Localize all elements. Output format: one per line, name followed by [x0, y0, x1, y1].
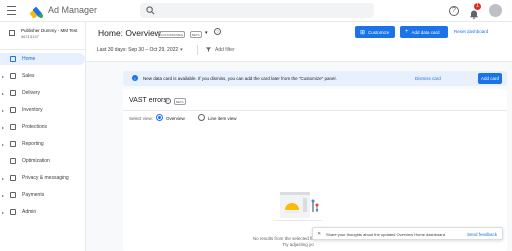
close-icon[interactable]: ✕ — [317, 231, 321, 237]
radio-line-item-view[interactable] — [198, 114, 205, 121]
bell-icon — [470, 10, 478, 19]
add-data-card-button[interactable]: + Add data card — [400, 26, 448, 38]
feedback-snackbar: ✕ Share your thoughts about the updated … — [312, 227, 503, 240]
beta-badge: BETA — [174, 98, 186, 105]
page-title: Home: Overview — [98, 28, 161, 38]
sidebar-item-label: Admin — [22, 209, 37, 215]
main-content: Home: Overview CUSTOMIZABLE BETA ▾ ? Las… — [86, 22, 512, 251]
network-name: Publisher Dummy - MM Test — [21, 28, 78, 33]
expand-icon: ▸ — [2, 90, 5, 96]
beta-badge: BETA — [190, 31, 202, 38]
add-card-button[interactable]: Add card — [478, 73, 502, 84]
info-icon: i — [132, 75, 138, 81]
notifications-button[interactable]: 1 — [469, 2, 481, 19]
help-icon[interactable]: ? — [165, 98, 171, 104]
customizable-badge: CUSTOMIZABLE — [158, 31, 186, 38]
delivery-icon — [10, 90, 16, 96]
empty-state-hint: Try adjusting yo — [282, 242, 314, 247]
sidebar-item-delivery[interactable]: ▸ Delivery — [0, 87, 85, 99]
view-label: Select view: — [129, 116, 154, 121]
search-icon — [146, 6, 155, 15]
payments-icon — [10, 192, 16, 198]
inventory-icon — [10, 107, 16, 113]
sidebar-item-inventory[interactable]: ▸ Inventory — [0, 104, 85, 116]
date-range-text: Last 30 days: Sep 30 – Oct 29, 2022 — [97, 47, 179, 53]
sidebar-item-home[interactable]: Home — [0, 53, 85, 65]
sidebar-item-protections[interactable]: ▸ Protections — [0, 121, 85, 133]
privacy-icon — [10, 175, 16, 181]
notification-badge: 1 — [474, 2, 481, 10]
chevron-down-icon[interactable]: ▾ — [205, 30, 208, 36]
customize-icon: ⊞ — [360, 29, 366, 36]
expand-icon: ▸ — [2, 209, 5, 215]
expand-icon: ▸ — [2, 107, 5, 113]
add-filter-label: Add filter — [215, 47, 235, 53]
sidebar-item-sales[interactable]: ▸ Sales — [0, 70, 85, 82]
sidebar-item-label: Privacy & messaging — [22, 175, 69, 181]
help-icon[interactable]: ? — [214, 28, 221, 35]
network-id: 56713137 — [21, 34, 39, 39]
divider — [197, 45, 198, 55]
sidebar: Publisher Dummy - MM Test 56713137 Home … — [0, 22, 86, 251]
sidebar-item-label: Protections — [22, 124, 48, 130]
sidebar-item-label: Reporting — [22, 141, 44, 147]
expand-icon: ▸ — [2, 192, 5, 198]
divider — [0, 49, 86, 50]
customize-button[interactable]: ⊞ Customize — [355, 26, 395, 38]
date-range-selector[interactable]: Last 30 days: Sep 30 – Oct 29, 2022 ▾ — [97, 47, 183, 53]
dismiss-card-button[interactable]: Dismiss card — [415, 76, 441, 81]
network-icon — [9, 30, 15, 36]
expand-icon: ▸ — [2, 73, 5, 79]
radio-line-item-view-label: Line item view — [208, 116, 237, 121]
divider — [123, 110, 507, 111]
sidebar-item-privacy-messaging[interactable]: ▸ Privacy & messaging — [0, 172, 85, 184]
filter-icon — [206, 47, 211, 53]
protections-icon — [10, 124, 16, 130]
app-name: Ad Manager — [48, 5, 98, 15]
home-icon — [10, 56, 16, 62]
help-icon[interactable]: ? — [449, 5, 459, 16]
add-filter-button[interactable]: Add filter — [206, 47, 235, 53]
reset-dashboard-link[interactable]: Reset dashboard — [454, 29, 488, 34]
sidebar-item-label: Inventory — [22, 107, 43, 113]
search-input[interactable] — [140, 3, 374, 18]
sidebar-item-reporting[interactable]: ▸ Reporting — [0, 138, 85, 150]
add-data-card-label: Add data card — [411, 29, 440, 35]
expand-icon: ▸ — [2, 175, 5, 181]
top-bar: Ad Manager ? 1 — [0, 0, 512, 22]
optimization-icon — [10, 158, 16, 164]
page-header: Home: Overview CUSTOMIZABLE BETA ▾ ? Las… — [86, 22, 512, 62]
send-feedback-button[interactable]: Send feedback — [467, 232, 497, 237]
sidebar-item-optimization[interactable]: Optimization — [0, 155, 85, 167]
banner-message: New data card is available. If you dismi… — [143, 76, 337, 81]
sidebar-item-label: Payments — [22, 192, 45, 198]
network-switcher[interactable]: Publisher Dummy - MM Test 56713137 — [0, 24, 86, 44]
radio-overview[interactable] — [156, 114, 163, 121]
menu-icon[interactable] — [7, 6, 16, 15]
ad-manager-logo — [30, 6, 43, 18]
info-banner: i New data card is available. If you dis… — [123, 71, 507, 86]
sidebar-item-label: Delivery — [22, 90, 41, 96]
reporting-icon — [10, 141, 16, 147]
customize-label: Customize — [368, 29, 390, 35]
sidebar-item-admin[interactable]: ▸ Admin — [0, 206, 85, 218]
radio-overview-label: Overview — [166, 116, 185, 121]
snackbar-text: Share your thoughts about the updated Ov… — [326, 232, 447, 237]
sidebar-item-payments[interactable]: ▸ Payments — [0, 189, 85, 201]
expand-icon: ▸ — [2, 141, 5, 147]
sidebar-item-label: Optimization — [22, 158, 50, 164]
avatar[interactable] — [489, 4, 502, 17]
plus-icon: + — [405, 29, 409, 35]
chevron-down-icon: ▾ — [180, 47, 183, 53]
expand-icon: ▸ — [2, 124, 5, 130]
card-title: VAST errors — [129, 97, 167, 104]
admin-icon — [10, 209, 16, 215]
sidebar-item-label: Home — [22, 56, 36, 62]
empty-state-illustration — [274, 192, 322, 221]
sales-icon — [10, 73, 16, 79]
sidebar-item-label: Sales — [22, 73, 35, 79]
